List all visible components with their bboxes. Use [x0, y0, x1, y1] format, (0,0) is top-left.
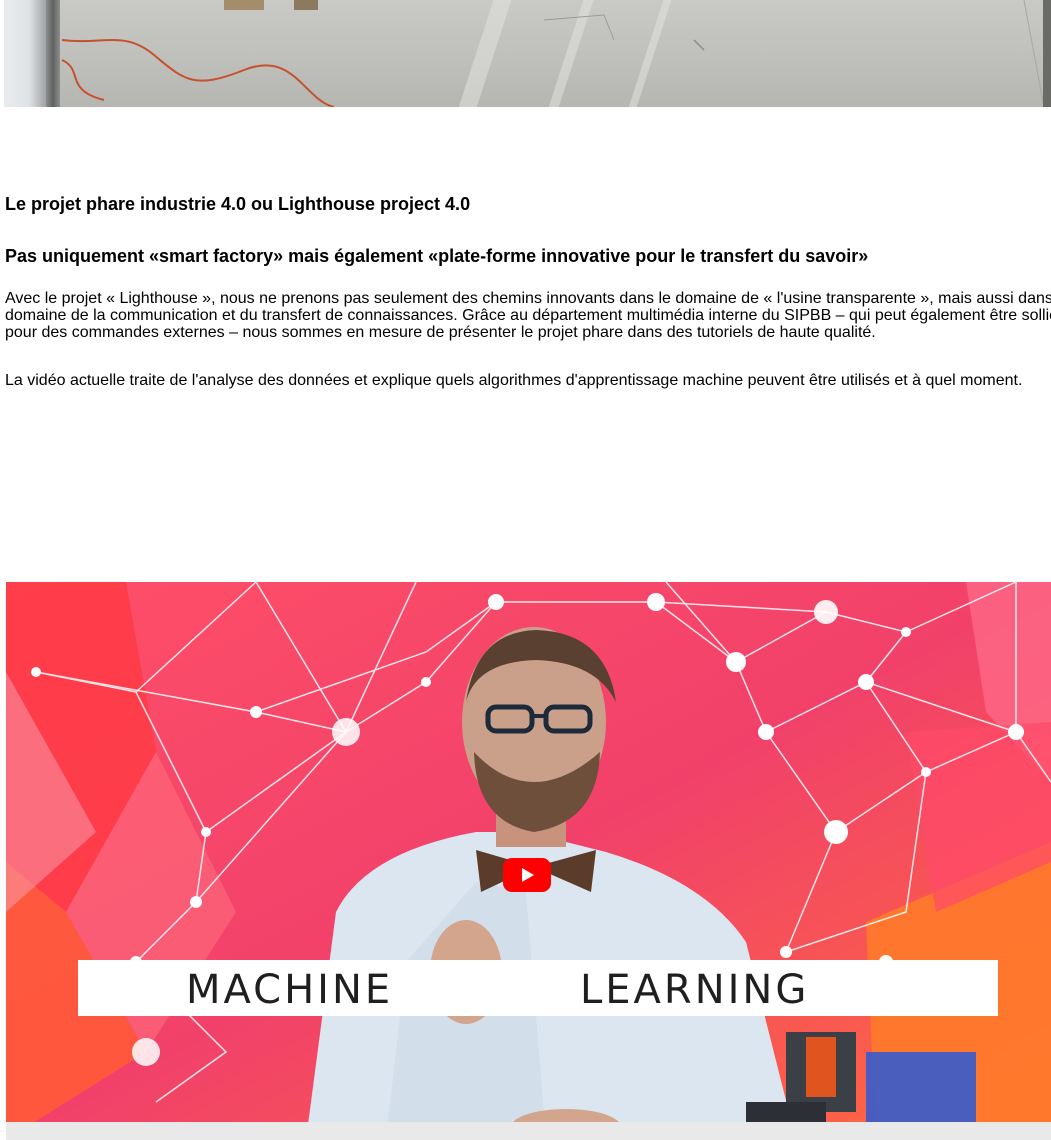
banner-word-learning: LEARNING — [580, 967, 810, 1013]
article-paragraph-2: La vidéo actuelle traite de l'analyse de… — [5, 372, 1023, 389]
article-heading: Le projet phare industrie 4.0 ou Lightho… — [5, 194, 471, 214]
warehouse-floor-image — [4, 0, 1051, 107]
article-subheading: Pas uniquement «smart factory» mais égal… — [5, 246, 869, 266]
article-paragraph-1: Avec le projet « Lighthouse », nous ne p… — [5, 290, 1051, 341]
banner-word-machine: MACHINE — [186, 967, 394, 1013]
page: Le projet phare industrie 4.0 ou Lightho… — [0, 0, 1051, 1140]
youtube-play-icon[interactable] — [503, 858, 551, 892]
video-embed[interactable]: MACHINE LEARNING — [6, 582, 1051, 1140]
